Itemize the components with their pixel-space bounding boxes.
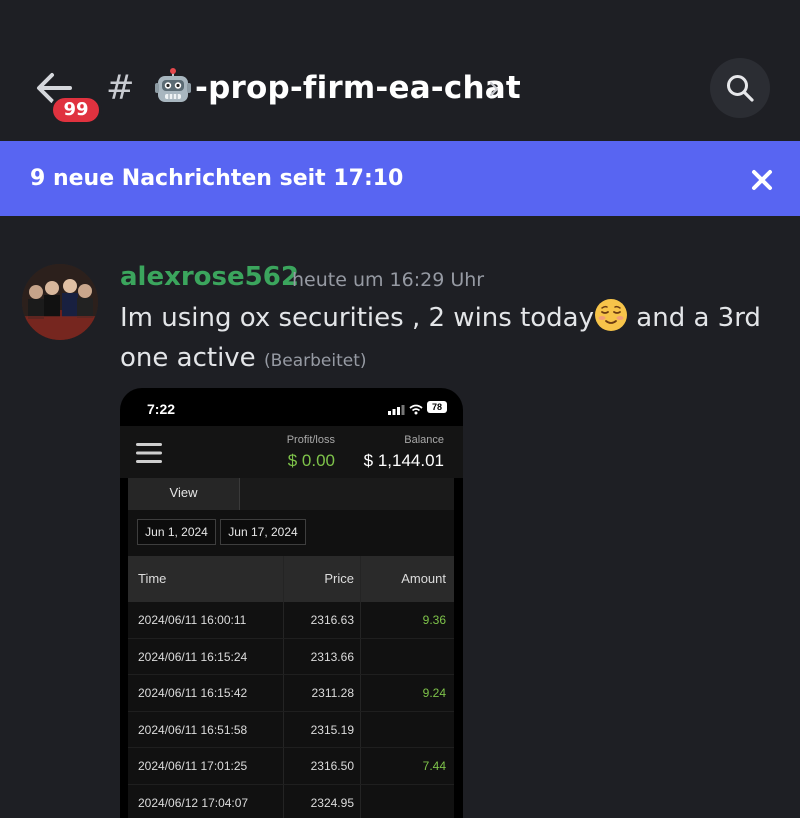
close-icon[interactable] xyxy=(750,168,774,192)
profit-loss-label: Profit/loss xyxy=(286,434,335,446)
table-row[interactable]: 2024/06/11 16:15:42 2311.28 9.24 xyxy=(128,675,454,712)
table-header: Time Price Amount xyxy=(128,556,454,602)
balance-value: $ 1,144.01 xyxy=(363,451,444,470)
avatar[interactable] xyxy=(22,264,98,340)
row-price: 2313.66 xyxy=(310,649,354,664)
table-row[interactable]: 2024/06/11 16:15:24 2313.66 xyxy=(128,638,454,676)
chevron-right-icon[interactable] xyxy=(488,80,500,98)
row-price: 2324.95 xyxy=(310,795,354,810)
unread-badge: 99 xyxy=(50,95,102,125)
robot-face-icon xyxy=(155,68,191,104)
new-messages-text: 9 neue Nachrichten seit 17:10 xyxy=(30,166,404,191)
status-bar-time: 7:22 xyxy=(147,401,176,417)
battery-icon: 78 xyxy=(427,401,447,413)
row-amount: 7.44 xyxy=(422,759,446,774)
relieved-face-icon xyxy=(594,298,628,332)
row-time: 2024/06/11 16:15:24 xyxy=(138,649,248,664)
column-header-time[interactable]: Time xyxy=(138,556,166,602)
search-icon xyxy=(727,75,754,102)
image-attachment[interactable]: 7:22 78 Profit/loss $ 0.00 Balance $ 1,1… xyxy=(120,388,463,818)
row-time: 2024/06/11 16:15:42 xyxy=(138,686,248,701)
tab-view[interactable]: View xyxy=(128,478,240,510)
row-time: 2024/06/11 16:51:58 xyxy=(138,722,248,737)
row-price: 2315.19 xyxy=(310,722,354,737)
row-amount: 9.24 xyxy=(422,686,446,701)
row-price: 2316.50 xyxy=(310,759,354,774)
date-from-button[interactable]: Jun 1, 2024 xyxy=(137,519,216,545)
table-row[interactable]: 2024/06/12 17:04:07 2324.95 xyxy=(128,784,454,818)
date-filter-bar: Jun 1, 2024 Jun 17, 2024 xyxy=(128,510,454,556)
column-header-price[interactable]: Price xyxy=(283,556,354,602)
channel-hash-icon: # xyxy=(106,68,135,108)
row-price: 2316.63 xyxy=(310,613,354,627)
balance-label: Balance xyxy=(404,434,444,446)
message-text: Im using ox securities , 2 wins today an… xyxy=(120,298,780,381)
message-username[interactable]: alexrose562 xyxy=(120,262,299,292)
row-time: 2024/06/12 17:04:07 xyxy=(138,795,249,810)
table-row[interactable]: 2024/06/11 17:01:25 2316.50 7.44 xyxy=(128,748,454,785)
message-text-part1: Im using ox securities , 2 wins today xyxy=(120,303,595,333)
profit-loss-value: $ 0.00 xyxy=(287,451,335,470)
row-amount: 9.36 xyxy=(422,613,446,627)
column-header-amount[interactable]: Amount xyxy=(364,556,446,602)
channel-name[interactable]: -prop-firm-ea-chat xyxy=(195,70,521,106)
trades-table: Time Price Amount 2024/06/11 16:00:11 23… xyxy=(128,556,454,818)
row-price: 2311.28 xyxy=(311,686,355,701)
table-row[interactable]: 2024/06/11 16:51:58 2315.19 xyxy=(128,711,454,749)
search-button[interactable] xyxy=(710,58,770,118)
menu-icon[interactable] xyxy=(136,442,162,464)
row-time: 2024/06/11 17:01:25 xyxy=(138,759,248,774)
row-time: 2024/06/11 16:00:11 xyxy=(138,613,247,627)
date-to-button[interactable]: Jun 17, 2024 xyxy=(220,519,306,545)
message-timestamp: heute um 16:29 Uhr xyxy=(292,269,485,291)
new-messages-banner[interactable]: 9 neue Nachrichten seit 17:10 xyxy=(0,141,800,216)
channel-header: 99 # -prop-firm-ea-chat xyxy=(0,0,800,140)
edited-label: (Bearbeitet) xyxy=(263,351,367,371)
view-tabbar: View xyxy=(128,478,454,510)
table-row[interactable]: 2024/06/11 16:00:11 2316.63 9.36 xyxy=(128,602,454,639)
